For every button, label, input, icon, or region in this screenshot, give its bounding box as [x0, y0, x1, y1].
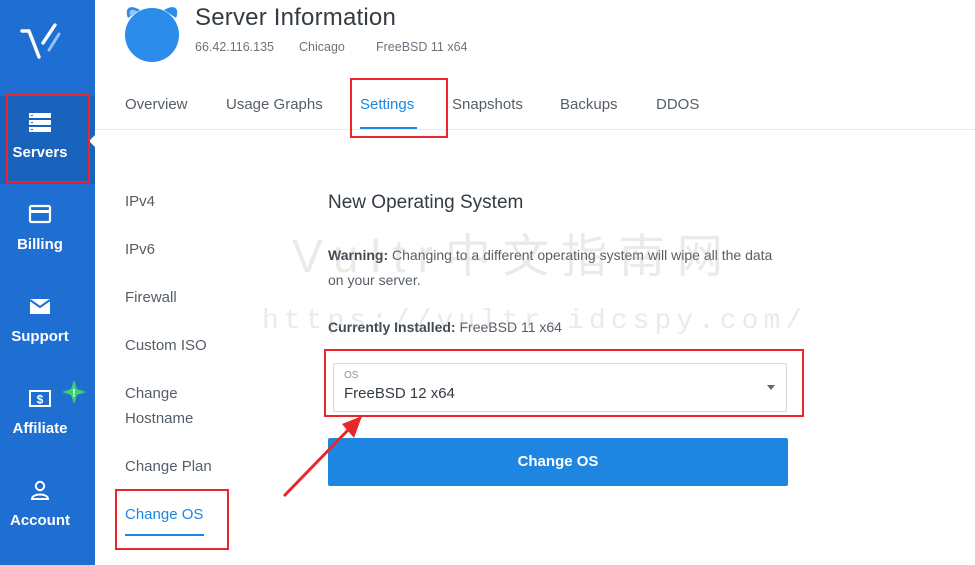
sidebar-item-support[interactable]: Support	[0, 280, 95, 368]
warning-message: Changing to a different operating system…	[328, 247, 773, 288]
sidebar-item-affiliate[interactable]: $ ! Affiliate	[0, 372, 95, 460]
freebsd-logo-icon	[125, 7, 179, 62]
dollar-bill-icon: $	[29, 390, 51, 407]
vultr-logo-icon[interactable]	[20, 22, 62, 62]
server-location: Chicago	[299, 40, 345, 54]
installed-value: FreeBSD 11 x64	[455, 319, 562, 335]
annotation-box-settings	[350, 78, 448, 138]
envelope-icon	[29, 299, 51, 314]
annotation-box-servers	[6, 93, 90, 183]
sidebar-item-label: Account	[10, 512, 70, 529]
settings-item-change-hostname[interactable]: Change Hostname	[125, 381, 235, 431]
server-os: FreeBSD 11 x64	[376, 40, 468, 54]
tab-snapshots[interactable]: Snapshots	[452, 96, 523, 113]
change-os-button[interactable]: Change OS	[328, 438, 788, 486]
section-heading: New Operating System	[328, 192, 524, 213]
tab-ddos[interactable]: DDOS	[656, 96, 699, 113]
sidebar-item-billing[interactable]: Billing	[0, 188, 95, 276]
server-ip: 66.42.116.135	[195, 40, 275, 54]
tab-backups[interactable]: Backups	[560, 96, 618, 113]
tab-usage-graphs[interactable]: Usage Graphs	[226, 96, 323, 113]
sidebar: Servers Billing Support $ ! Affiliate Ac…	[0, 0, 96, 565]
svg-text:!: !	[72, 388, 76, 400]
active-indicator	[89, 134, 96, 148]
settings-item-ipv4[interactable]: IPv4	[125, 189, 155, 214]
settings-item-change-plan[interactable]: Change Plan	[125, 454, 212, 479]
warning-label: Warning:	[328, 247, 389, 263]
svg-text:$: $	[37, 393, 44, 407]
sidebar-item-label: Billing	[17, 236, 63, 253]
annotation-box-os-select	[324, 349, 804, 417]
annotation-arrow-icon	[282, 416, 362, 498]
settings-item-ipv6[interactable]: IPv6	[125, 237, 155, 262]
alert-badge-icon: !	[62, 380, 86, 404]
user-icon	[30, 480, 50, 500]
warning-text: Warning: Changing to a different operati…	[328, 243, 778, 293]
sidebar-item-account[interactable]: Account	[0, 464, 95, 552]
credit-card-icon	[28, 204, 52, 224]
sidebar-item-label: Support	[11, 328, 69, 345]
sidebar-item-label: Affiliate	[12, 420, 68, 437]
installed-label: Currently Installed:	[328, 319, 456, 335]
annotation-box-change-os	[115, 489, 229, 550]
settings-item-custom-iso[interactable]: Custom ISO	[125, 333, 207, 358]
tab-overview[interactable]: Overview	[125, 96, 188, 113]
tabs-divider	[95, 129, 975, 130]
page-title: Server Information	[195, 4, 397, 31]
settings-item-firewall[interactable]: Firewall	[125, 285, 177, 310]
currently-installed: Currently Installed: FreeBSD 11 x64	[328, 319, 562, 335]
